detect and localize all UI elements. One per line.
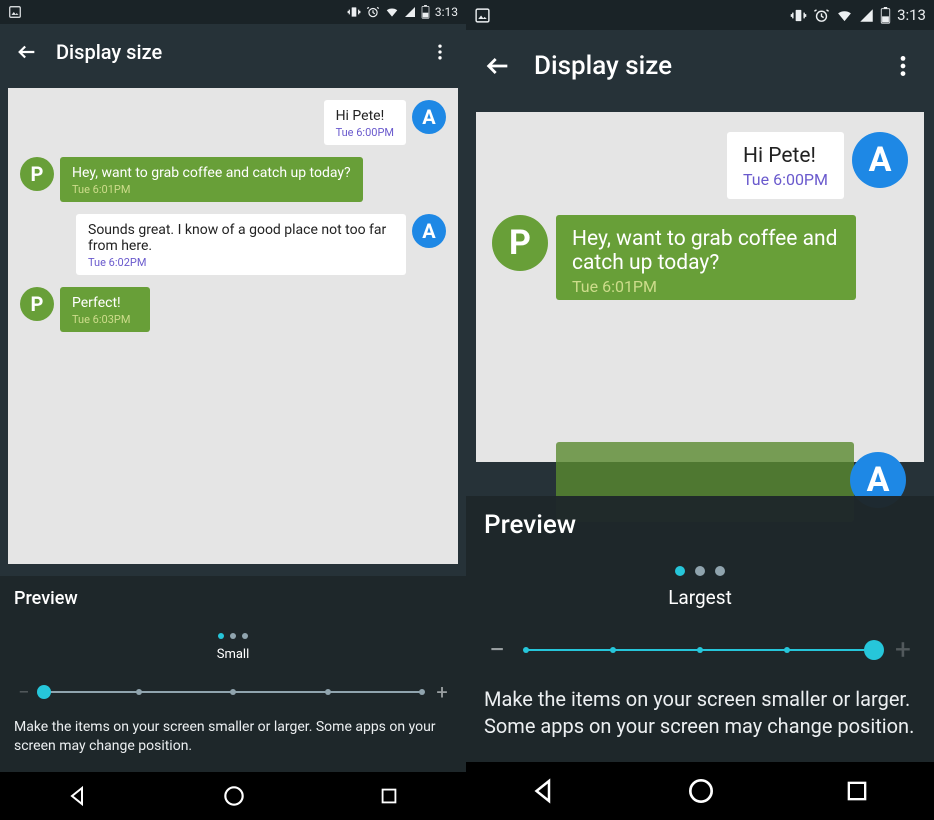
dot [242,633,248,639]
message-row: A Hi Pete! Tue 6:00PM [476,124,924,207]
message-text: Hey, want to grab coffee and catch up to… [572,227,840,275]
avatar-a: A [852,132,908,188]
increase-size-button[interactable]: + [432,680,452,704]
phone-right: 3:13 Display size A Hi Pete! Tue 6:00PM … [466,0,934,820]
size-label: Small [14,647,452,662]
nav-home-button[interactable] [221,783,247,809]
wifi-icon [385,5,399,19]
phone-left: 3:13 Display size A Hi Pete! Tue 6:00PM … [0,0,466,820]
alarm-icon [366,5,380,19]
image-icon [8,5,22,19]
message-row: A Sounds great. I know of a good place n… [8,208,458,281]
message-time: Tue 6:00PM [743,170,828,189]
overflow-menu-button[interactable] [422,34,458,70]
message-row: P Hey, want to grab coffee and catch up … [476,207,924,308]
slider-thumb[interactable] [864,640,884,660]
overflow-menu-button[interactable] [882,45,924,87]
message-row: P Perfect! Tue 6:03PM [8,281,458,338]
message-time: Tue 6:01PM [572,277,840,296]
dot-active [675,566,685,576]
battery-icon [421,5,430,19]
page-dots[interactable] [484,566,916,576]
decrease-size-button[interactable]: − [14,680,34,704]
wifi-icon [836,7,853,24]
message-text: Hi Pete! [336,108,394,124]
nav-back-button[interactable] [529,776,559,806]
avatar-p: P [20,157,54,191]
nav-home-button[interactable] [685,775,717,807]
nav-bar [466,762,934,820]
nav-back-button[interactable] [66,784,90,808]
status-time: 3:13 [897,6,926,24]
message-row: A Hi Pete! Tue 6:00PM [8,94,458,151]
status-bar: 3:13 [466,0,934,30]
message-time: Tue 6:00PM [336,126,394,139]
message-text: Sounds great. I know of a good place not… [88,222,394,254]
size-label: Largest [484,586,916,609]
preview-label: Preview [484,510,916,540]
message-time: Tue 6:02PM [88,256,394,269]
slider-thumb[interactable] [37,685,51,699]
vibrate-icon [347,5,361,19]
page-dots[interactable] [14,633,452,639]
message-text: Hi Pete! [743,144,828,168]
message-row: P Hey, want to grab coffee and catch up … [8,151,458,208]
message-bubble: Hi Pete! Tue 6:00PM [727,132,844,199]
message-text: Perfect! [72,295,138,311]
dot [230,633,236,639]
message-bubble: Hey, want to grab coffee and catch up to… [60,157,363,202]
dot [695,566,705,576]
decrease-size-button[interactable]: − [484,633,510,666]
dot [715,566,725,576]
avatar-a: A [412,100,446,134]
status-bar: 3:13 [0,0,466,24]
avatar-p: P [492,215,548,271]
status-time: 3:13 [435,5,458,19]
bottom-panel: Preview Small − + Make [0,576,466,772]
content: A Hi Pete! Tue 6:00PM P Hey, want to gra… [466,102,934,762]
increase-size-button[interactable]: + [890,633,916,666]
size-slider-row: − + [484,633,916,666]
preview-area: A Hi Pete! Tue 6:00PM P Hey, want to gra… [8,88,458,564]
alarm-icon [813,7,830,24]
size-description: Make the items on your screen smaller or… [14,718,452,756]
bottom-panel: Preview Largest − + Ma [466,496,934,762]
message-text: Hey, want to grab coffee and catch up to… [72,165,351,181]
avatar-p: P [20,287,54,321]
signal-icon [859,8,874,23]
preview-area: A Hi Pete! Tue 6:00PM P Hey, want to gra… [476,112,924,462]
signal-icon [404,6,416,18]
preview-label: Preview [14,588,452,609]
message-bubble: Hi Pete! Tue 6:00PM [324,100,406,145]
nav-bar [0,772,466,820]
appbar: Display size [0,24,466,80]
message-time: Tue 6:03PM [72,313,138,326]
back-button[interactable] [8,33,46,71]
message-bubble: Sounds great. I know of a good place not… [76,214,406,275]
image-icon [474,7,491,24]
vibrate-icon [790,7,807,24]
size-slider-row: − + [14,680,452,704]
size-slider[interactable] [44,691,422,693]
message-time: Tue 6:01PM [72,183,351,196]
dot-active [218,633,224,639]
nav-recents-button[interactable] [843,777,871,805]
size-slider[interactable] [526,649,874,651]
page-title: Display size [534,51,882,81]
message-bubble: Perfect! Tue 6:03PM [60,287,150,332]
battery-icon [880,7,891,24]
content: A Hi Pete! Tue 6:00PM P Hey, want to gra… [0,80,466,772]
nav-recents-button[interactable] [378,785,400,807]
size-description: Make the items on your screen smaller or… [484,686,916,740]
appbar: Display size [466,30,934,102]
page-title: Display size [56,40,422,64]
avatar-a: A [412,214,446,248]
message-bubble: Hey, want to grab coffee and catch up to… [556,215,856,300]
back-button[interactable] [476,44,520,88]
